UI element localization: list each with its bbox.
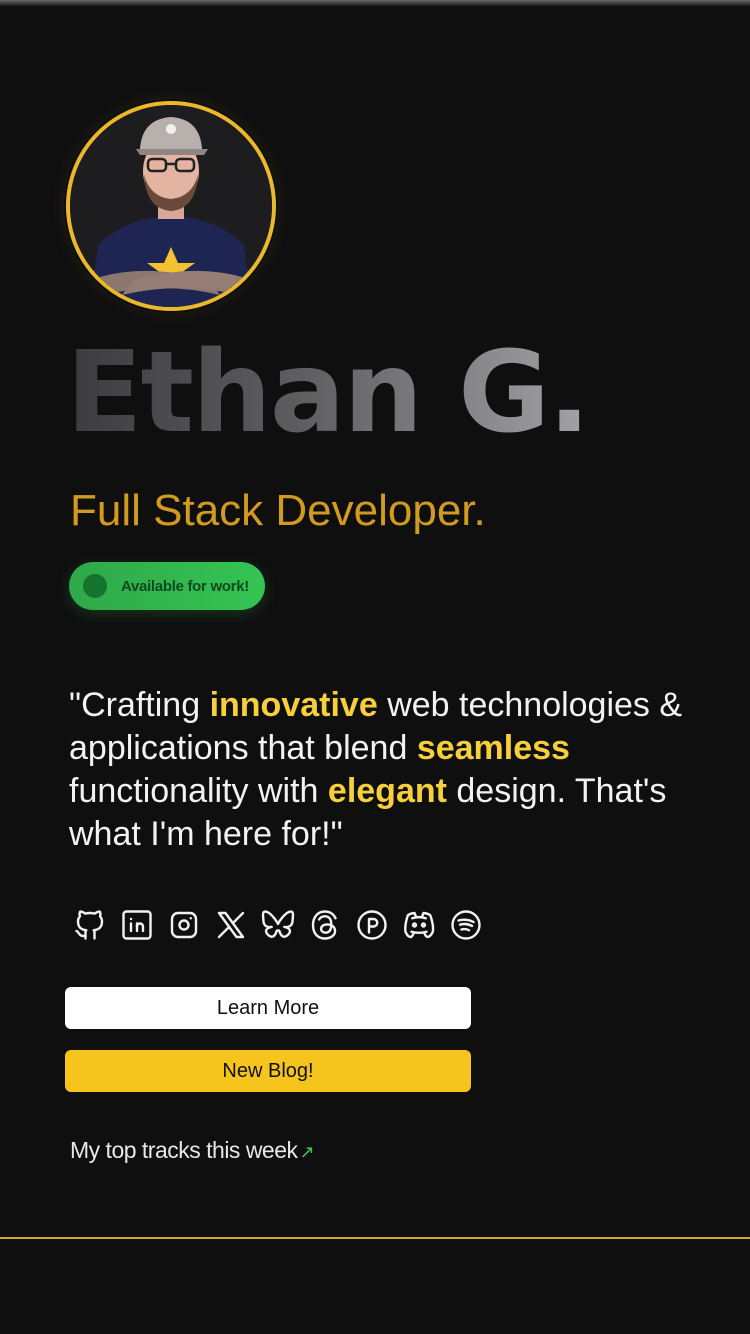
status-text: Available for work!: [121, 577, 249, 595]
top-tracks-label: My top tracks this week: [70, 1137, 298, 1163]
status-dot-icon: [83, 574, 107, 598]
new-blog-button[interactable]: New Blog!: [65, 1050, 471, 1092]
bluesky-link[interactable]: [260, 905, 296, 945]
quote-highlight-elegant: elegant: [327, 772, 447, 810]
threads-link[interactable]: [307, 905, 343, 945]
threads-icon: [311, 910, 337, 940]
profile-name: Ethan G.: [66, 318, 591, 468]
avatar-photo: [70, 105, 272, 307]
github-icon: [75, 910, 104, 940]
avatar: [66, 101, 276, 311]
quote-highlight-seamless: seamless: [416, 729, 570, 767]
availability-badge: Available for work!: [69, 562, 265, 610]
quote-highlight-innovative: innovative: [209, 686, 378, 724]
linkedin-icon: [122, 910, 152, 940]
instagram-link[interactable]: [166, 905, 202, 945]
discord-link[interactable]: [401, 905, 437, 945]
learn-more-button[interactable]: Learn More: [65, 987, 471, 1029]
linkedin-link[interactable]: [119, 905, 155, 945]
profile-role: Full Stack Developer.: [70, 486, 486, 535]
github-link[interactable]: [72, 905, 108, 945]
patreon-link[interactable]: [354, 905, 390, 945]
bluesky-icon: [261, 910, 295, 938]
quote-part-3: functionality with: [69, 772, 328, 810]
external-link-arrow-icon: ↗: [299, 1142, 315, 1162]
x-link[interactable]: [213, 905, 249, 945]
instagram-icon: [170, 911, 198, 939]
discord-icon: [404, 911, 435, 939]
patreon-icon: [357, 910, 387, 940]
top-strip: [0, 0, 750, 6]
spotify-link[interactable]: [448, 905, 484, 945]
quote-part-1: "Crafting: [69, 686, 210, 724]
section-divider: [0, 1237, 750, 1239]
x-icon: [217, 911, 245, 939]
top-tracks-link[interactable]: My top tracks this week ↗: [70, 1137, 315, 1164]
social-links: [72, 905, 484, 945]
bio-quote: "Crafting innovative web technologies & …: [69, 684, 699, 856]
spotify-icon: [451, 910, 481, 940]
